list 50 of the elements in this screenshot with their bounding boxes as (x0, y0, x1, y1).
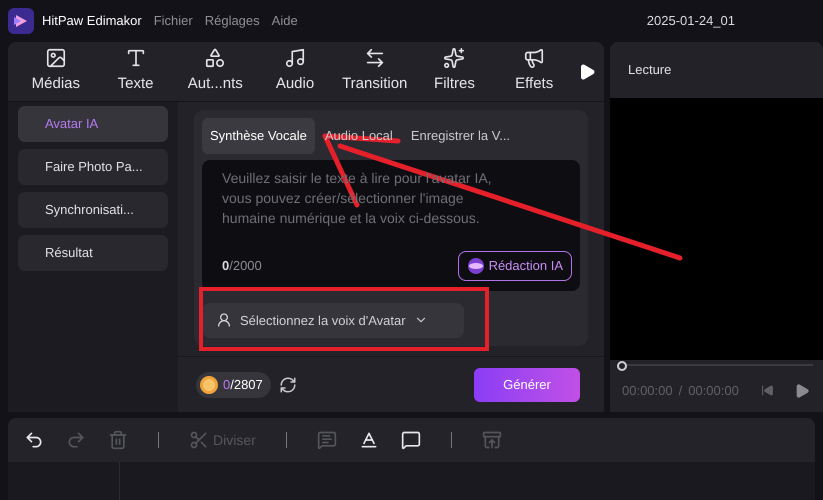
undo-icon (24, 430, 44, 450)
orb-icon (466, 256, 485, 275)
voice-tab[interactable]: Synthèse Vocale (202, 118, 315, 154)
coin-icon (199, 374, 219, 394)
character-counter: 0/2000 (222, 257, 262, 276)
speech-bubble-icon (400, 430, 421, 450)
sidebar-item[interactable]: Synchronisati... (18, 192, 168, 228)
tool-tab[interactable]: Médias (16, 47, 96, 96)
music-note-icon (284, 47, 306, 70)
refresh-icon[interactable] (278, 376, 297, 394)
scissors-icon (189, 430, 209, 450)
tool-tab[interactable]: Filtres (414, 47, 494, 96)
upload-box-icon (482, 430, 502, 450)
tool-tab[interactable]: Aut...nts (175, 47, 256, 96)
previous-frame-icon[interactable] (760, 384, 774, 398)
current-time: 00:00:00 (622, 382, 673, 400)
sparkle-icon (443, 47, 466, 70)
menu-item[interactable]: Aide (272, 11, 298, 31)
tool-tab[interactable]: Texte (96, 47, 176, 96)
trash-icon (108, 430, 128, 450)
subtitle-icon (316, 430, 337, 450)
megaphone-icon (523, 47, 546, 70)
voice-select[interactable]: Sélectionnez la voix d'Avatar (202, 302, 464, 338)
app-logo-icon (8, 8, 34, 34)
menu-item[interactable]: Fichier (154, 11, 193, 31)
sidebar-item[interactable]: Avatar IA (18, 106, 168, 142)
sidebar-item[interactable]: Faire Photo Pa... (18, 149, 168, 185)
text-icon (358, 430, 379, 450)
project-name: 2025-01-24_01 (646, 12, 735, 30)
image-icon (44, 47, 67, 70)
time-separator: / (678, 382, 682, 400)
sidebar-item[interactable]: Résultat (18, 235, 168, 271)
tool-tab[interactable]: Audio (255, 47, 335, 96)
credits-text: 0/2807 (223, 376, 263, 394)
generate-button[interactable]: Générer (474, 368, 580, 402)
play-icon[interactable] (794, 382, 810, 399)
preview-title: Lecture (628, 61, 672, 80)
seek-track[interactable] (620, 361, 813, 369)
more-tools-button[interactable] (578, 62, 596, 80)
person-voice-icon (216, 312, 232, 328)
menu-item[interactable]: Réglages (204, 11, 260, 31)
tool-tab[interactable]: Transition (334, 47, 415, 96)
seek-thumb[interactable] (617, 361, 627, 371)
duration-time: 00:00:00 (688, 382, 739, 400)
voice-tab[interactable]: Enregistrer la V... (402, 118, 518, 154)
tool-tab[interactable]: Effets (494, 47, 574, 96)
shapes-icon (204, 47, 226, 70)
ai-write-button[interactable]: Rédaction IA (458, 250, 572, 281)
redo-icon (66, 430, 86, 450)
app-name: HitPaw Edimakor (42, 12, 142, 30)
